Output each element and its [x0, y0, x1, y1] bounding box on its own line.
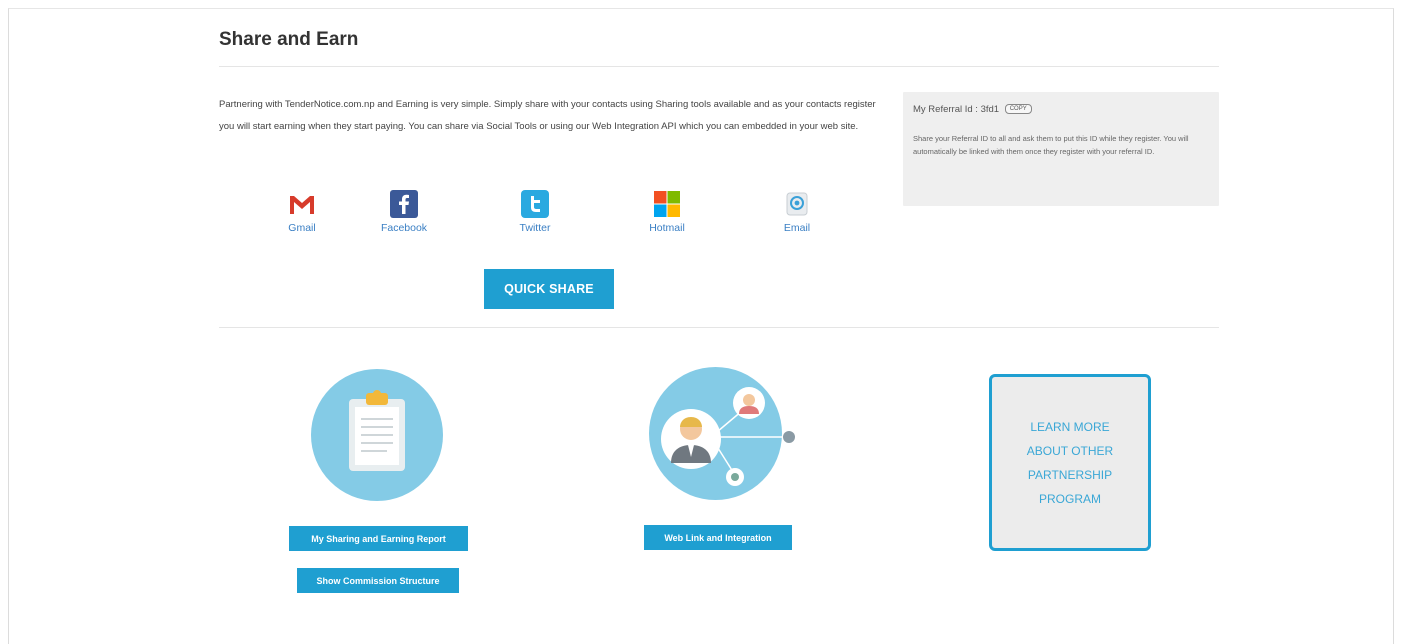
clipboard-icon [349, 390, 405, 471]
divider [219, 66, 1219, 67]
copy-button[interactable]: COPY [1004, 104, 1032, 115]
share-label: Twitter [519, 222, 551, 234]
share-label: Email [783, 222, 811, 234]
page-frame: Share and Earn Partnering with TenderNot… [8, 8, 1394, 644]
page-title: Share and Earn [219, 29, 359, 50]
hotmail-icon [654, 191, 680, 217]
twitter-icon [521, 190, 549, 218]
intro-text: Partnering with TenderNotice.com.np and … [219, 99, 876, 132]
share-facebook[interactable]: Facebook [364, 189, 444, 234]
integration-illustration [649, 367, 795, 500]
report-illustration [311, 369, 443, 501]
referral-panel: My Referral Id : 3fd1 COPY Share your Re… [903, 92, 1219, 206]
facebook-icon [390, 190, 418, 218]
share-twitter[interactable]: Twitter [495, 189, 575, 234]
share-tools: Gmail Facebook Twitter Hotmail Email [257, 189, 877, 249]
gmail-icon [290, 196, 314, 214]
web-link-integration-button[interactable]: Web Link and Integration [644, 525, 792, 550]
divider [219, 327, 1219, 328]
share-email[interactable]: Email [757, 189, 837, 234]
referral-id-line: My Referral Id : 3fd1 COPY [913, 104, 1209, 115]
network-person-icon [661, 387, 795, 486]
referral-id: 3fd1 [980, 104, 1000, 115]
share-hotmail[interactable]: Hotmail [627, 189, 707, 234]
email-icon [786, 192, 808, 216]
learn-more-text: LEARN MORE ABOUT OTHER PARTNERSHIP PROGR… [1026, 419, 1114, 506]
share-gmail[interactable]: Gmail [262, 189, 342, 234]
share-label: Facebook [380, 222, 428, 234]
share-label: Hotmail [649, 222, 685, 234]
referral-label: My Referral Id : [913, 104, 981, 115]
referral-description: Share your Referral ID to all and ask th… [913, 134, 1189, 156]
commission-structure-button[interactable]: Show Commission Structure [297, 568, 459, 593]
share-label: Gmail [288, 222, 316, 234]
quick-share-button[interactable]: QUICK SHARE [484, 269, 614, 309]
sharing-report-button[interactable]: My Sharing and Earning Report [289, 526, 468, 551]
learn-more-partnership-button[interactable]: LEARN MORE ABOUT OTHER PARTNERSHIP PROGR… [989, 374, 1151, 551]
